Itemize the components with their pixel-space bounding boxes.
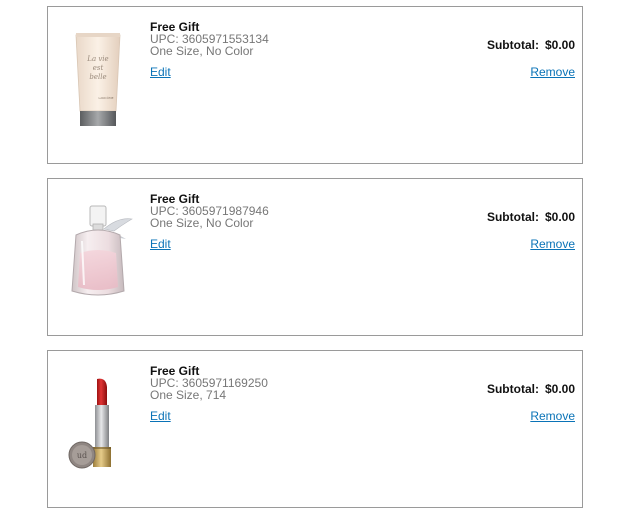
product-image-lotion-tube[interactable]: La vie est belle LANCÔME bbox=[60, 19, 136, 129]
subtotal-label: Subtotal: bbox=[486, 382, 539, 396]
product-info: Free Gift UPC: 3605971553134 One Size, N… bbox=[150, 21, 269, 78]
remove-link[interactable]: Remove bbox=[530, 65, 575, 79]
svg-text:belle: belle bbox=[89, 73, 106, 81]
product-image-lipstick[interactable]: ud bbox=[60, 363, 136, 473]
remove-link[interactable]: Remove bbox=[530, 237, 575, 251]
product-info: Free Gift UPC: 3605971987946 One Size, N… bbox=[150, 193, 269, 250]
svg-text:La vie: La vie bbox=[86, 55, 108, 63]
product-image-perfume-bottle[interactable] bbox=[60, 191, 136, 301]
edit-link[interactable]: Edit bbox=[150, 410, 171, 422]
edit-link[interactable]: Edit bbox=[150, 66, 171, 78]
product-variant: One Size, No Color bbox=[150, 44, 254, 58]
product-info: Free Gift UPC: 3605971169250 One Size, 7… bbox=[150, 365, 268, 422]
subtotal: Subtotal: $0.00 bbox=[487, 38, 575, 52]
svg-text:est: est bbox=[93, 64, 104, 72]
product-variant: One Size, No Color bbox=[150, 216, 254, 230]
subtotal-value: $0.00 bbox=[544, 38, 575, 52]
subtotal: Subtotal: $0.00 bbox=[487, 382, 575, 396]
svg-text:ud: ud bbox=[77, 451, 87, 460]
cart-item-card: ud Free Gift UPC: 3605971169250 One Size… bbox=[47, 350, 583, 508]
cart-item-card: Free Gift UPC: 3605971987946 One Size, N… bbox=[47, 178, 583, 336]
edit-link[interactable]: Edit bbox=[150, 238, 171, 250]
cart-item-card: La vie est belle LANCÔME Free Gift UPC: … bbox=[47, 6, 583, 164]
product-variant: One Size, 714 bbox=[150, 388, 227, 402]
subtotal-label: Subtotal: bbox=[486, 210, 539, 224]
svg-text:LANCÔME: LANCÔME bbox=[99, 95, 114, 100]
subtotal-label: Subtotal: bbox=[486, 38, 539, 52]
subtotal-value: $0.00 bbox=[544, 210, 575, 224]
subtotal-value: $0.00 bbox=[544, 382, 575, 396]
subtotal: Subtotal: $0.00 bbox=[487, 210, 575, 224]
remove-link[interactable]: Remove bbox=[530, 409, 575, 423]
